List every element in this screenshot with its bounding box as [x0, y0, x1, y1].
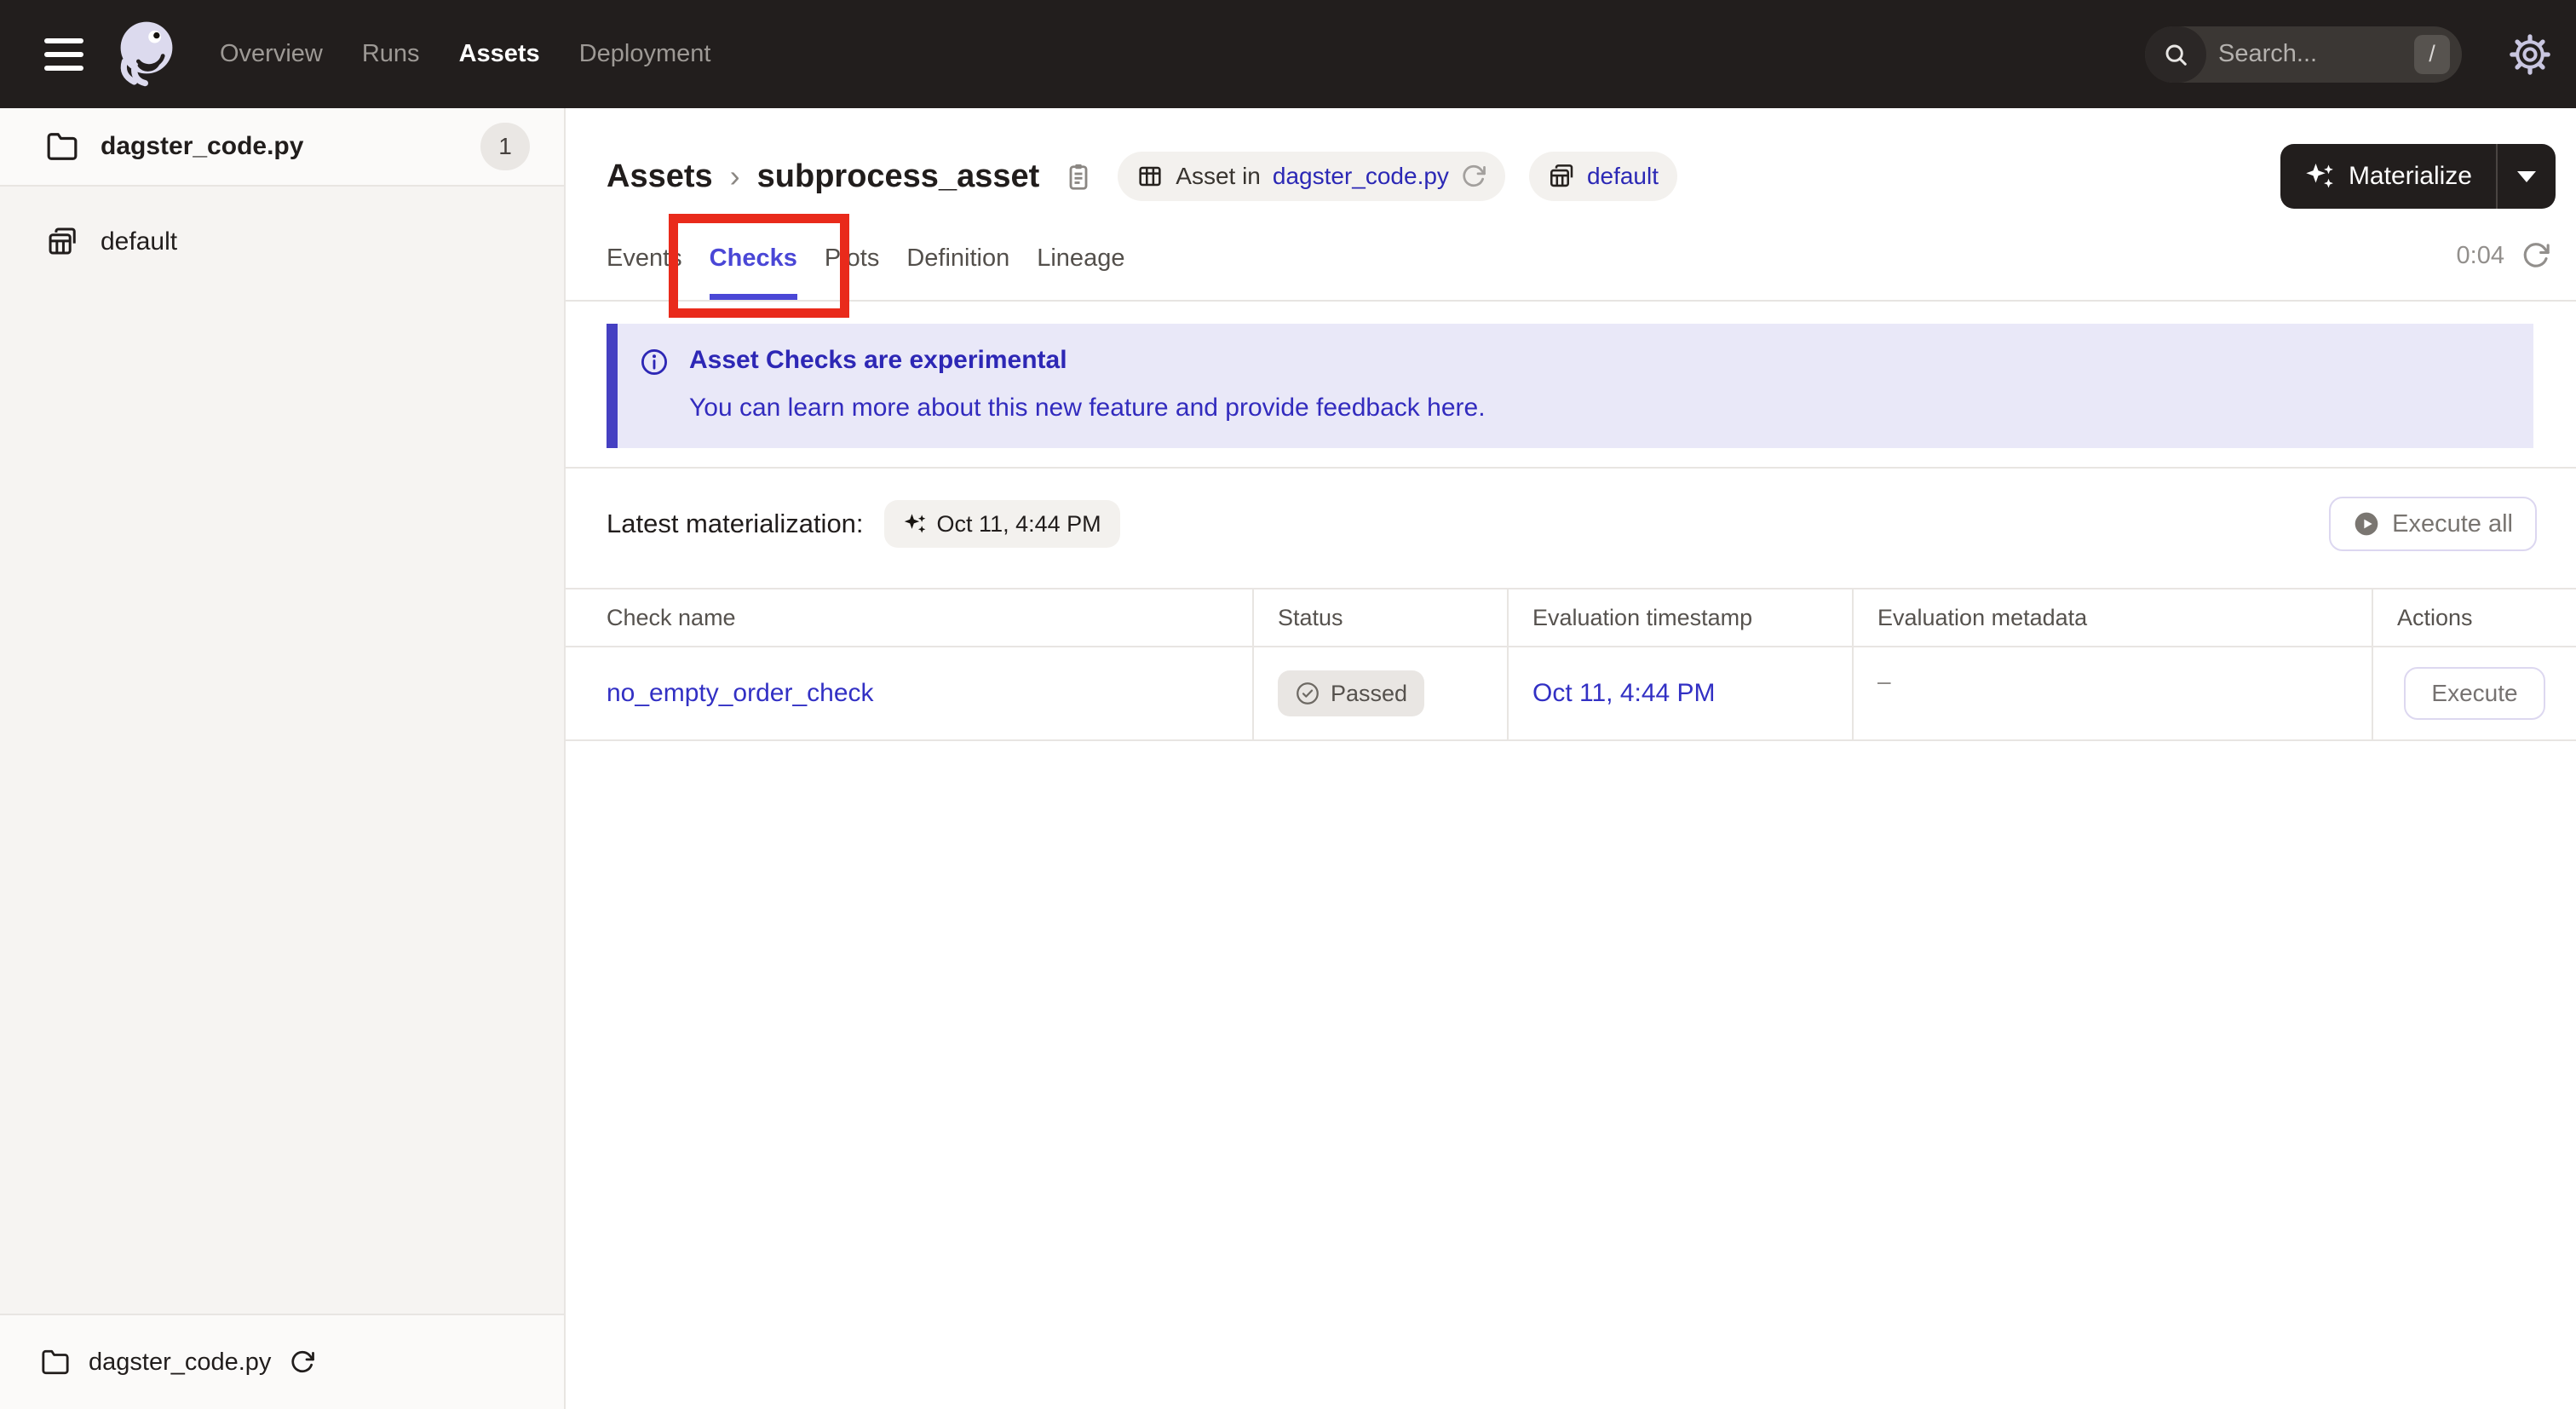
- nav-item-assets[interactable]: Assets: [459, 40, 540, 68]
- reload-icon[interactable]: [290, 1349, 315, 1375]
- banner-text: You can learn more about this new featur…: [689, 394, 1428, 422]
- sidebar-item-default-group[interactable]: default: [0, 205, 564, 279]
- check-actions-cell: Execute: [2373, 647, 2576, 741]
- tab-checks[interactable]: Checks: [710, 214, 797, 300]
- asset-header: Assets › subprocess_asset Asset in dagst…: [566, 108, 2576, 214]
- group-link[interactable]: default: [1587, 163, 1659, 190]
- settings-gear-icon[interactable]: [2510, 33, 2550, 75]
- sidebar-footer-code-location[interactable]: dagster_code.py: [41, 1348, 315, 1377]
- search-icon: [2145, 26, 2206, 83]
- dagster-logo-icon[interactable]: [112, 18, 181, 91]
- asset-group-icon: [46, 226, 78, 258]
- search-input[interactable]: [2206, 40, 2414, 68]
- shortcut-key-badge: /: [2414, 34, 2450, 74]
- dagster-asset-checks-page: Overview Runs Assets Deployment /: [0, 0, 2576, 1409]
- breadcrumb-separator: ›: [729, 158, 740, 193]
- asset-group-icon: [1550, 164, 1573, 187]
- materialize-button[interactable]: Materialize: [2280, 144, 2496, 209]
- materialize-label: Materialize: [2348, 162, 2472, 190]
- copy-asset-name-icon[interactable]: [1063, 161, 1094, 192]
- asset-group-tag[interactable]: default: [1528, 152, 1678, 201]
- tab-lineage[interactable]: Lineage: [1037, 214, 1124, 300]
- sidebar-item-label: default: [101, 227, 178, 256]
- sidebar-item-code-location[interactable]: dagster_code.py 1: [0, 108, 564, 187]
- tab-definition[interactable]: Definition: [906, 214, 1009, 300]
- sidebar-footer-label: dagster_code.py: [89, 1348, 272, 1376]
- sparkle-icon: [904, 514, 925, 533]
- asset-tag-prefix: Asset in: [1176, 163, 1261, 189]
- nav-item-runs[interactable]: Runs: [362, 40, 420, 68]
- execute-check-button[interactable]: Execute: [2404, 667, 2545, 720]
- nav-item-overview[interactable]: Overview: [220, 40, 323, 68]
- check-name-link[interactable]: no_empty_order_check: [607, 679, 874, 708]
- folder-icon: [46, 130, 78, 163]
- check-name-cell: no_empty_order_check: [566, 647, 1254, 741]
- column-header-evaluation-metadata: Evaluation metadata: [1854, 589, 2373, 647]
- asset-sidebar: dagster_code.py 1 default dagster_code.p…: [0, 108, 566, 1409]
- execute-all-label: Execute all: [2392, 509, 2513, 538]
- folder-icon: [41, 1348, 70, 1377]
- refresh-icon[interactable]: [2521, 241, 2550, 270]
- status-badge: Passed: [1278, 670, 1425, 716]
- column-header-evaluation-timestamp: Evaluation timestamp: [1509, 589, 1854, 647]
- materialize-dropdown-button[interactable]: [2496, 144, 2556, 209]
- hamburger-menu-icon[interactable]: [44, 37, 83, 71]
- experimental-banner: Asset Checks are experimental You can le…: [607, 324, 2533, 448]
- feedback-link[interactable]: here: [1427, 394, 1478, 422]
- check-circle-icon: [1297, 682, 1319, 704]
- breadcrumb-assets-link[interactable]: Assets: [607, 158, 713, 195]
- top-nav: Overview Runs Assets Deployment /: [0, 0, 2576, 108]
- check-timestamp-cell: Oct 11, 4:44 PM: [1509, 647, 1854, 741]
- checks-table: Check name Status Evaluation timestamp E…: [566, 588, 2576, 741]
- status-label: Passed: [1331, 680, 1408, 706]
- info-icon: [640, 348, 669, 377]
- check-metadata-cell: –: [1854, 647, 2373, 741]
- asset-table-icon: [1139, 166, 1161, 187]
- column-header-status: Status: [1254, 589, 1509, 647]
- materialize-split-button: Materialize: [2280, 144, 2556, 209]
- materialization-timestamp-badge[interactable]: Oct 11, 4:44 PM: [883, 500, 1120, 548]
- banner-title: Asset Checks are experimental: [689, 346, 1067, 374]
- execute-all-button[interactable]: Execute all: [2329, 497, 2537, 551]
- metadata-value: –: [1877, 668, 1891, 694]
- chevron-down-icon: [2517, 170, 2536, 182]
- code-location-link[interactable]: dagster_code.py: [1273, 163, 1449, 190]
- page-title: subprocess_asset: [756, 158, 1040, 194]
- sidebar-item-label: dagster_code.py: [101, 132, 304, 160]
- evaluation-timestamp-link[interactable]: Oct 11, 4:44 PM: [1532, 679, 1716, 708]
- play-circle-icon: [2355, 512, 2378, 536]
- reload-definition-icon[interactable]: [1461, 164, 1486, 189]
- asset-definition-tag[interactable]: Asset in dagster_code.py: [1118, 152, 1505, 201]
- asset-count-badge: 1: [480, 123, 530, 170]
- column-header-actions: Actions: [2373, 589, 2576, 647]
- banner-body: You can learn more about this new featur…: [689, 394, 1486, 423]
- materialization-timestamp: Oct 11, 4:44 PM: [936, 510, 1101, 537]
- primary-nav: Overview Runs Assets Deployment: [220, 40, 710, 68]
- asset-tabs: Events Checks Plots Definition Lineage 0…: [566, 214, 2576, 302]
- banner-text-suffix: .: [1478, 394, 1486, 422]
- breadcrumb: Assets › subprocess_asset: [607, 158, 1094, 195]
- search-box[interactable]: /: [2145, 26, 2462, 83]
- column-header-check-name: Check name: [566, 589, 1254, 647]
- tab-events[interactable]: Events: [607, 214, 682, 300]
- latest-materialization-label: Latest materialization:: [607, 509, 864, 538]
- check-status-cell: Passed: [1254, 647, 1509, 741]
- sparkle-icon: [2306, 164, 2333, 188]
- sidebar-footer: dagster_code.py: [0, 1314, 564, 1409]
- nav-item-deployment[interactable]: Deployment: [579, 40, 711, 68]
- main-content: Assets › subprocess_asset Asset in dagst…: [566, 108, 2576, 1409]
- latest-materialization-row: Latest materialization: Oct 11, 4:44 PM …: [566, 469, 2576, 579]
- tab-plots[interactable]: Plots: [825, 214, 879, 300]
- refresh-countdown: 0:04: [2456, 241, 2504, 269]
